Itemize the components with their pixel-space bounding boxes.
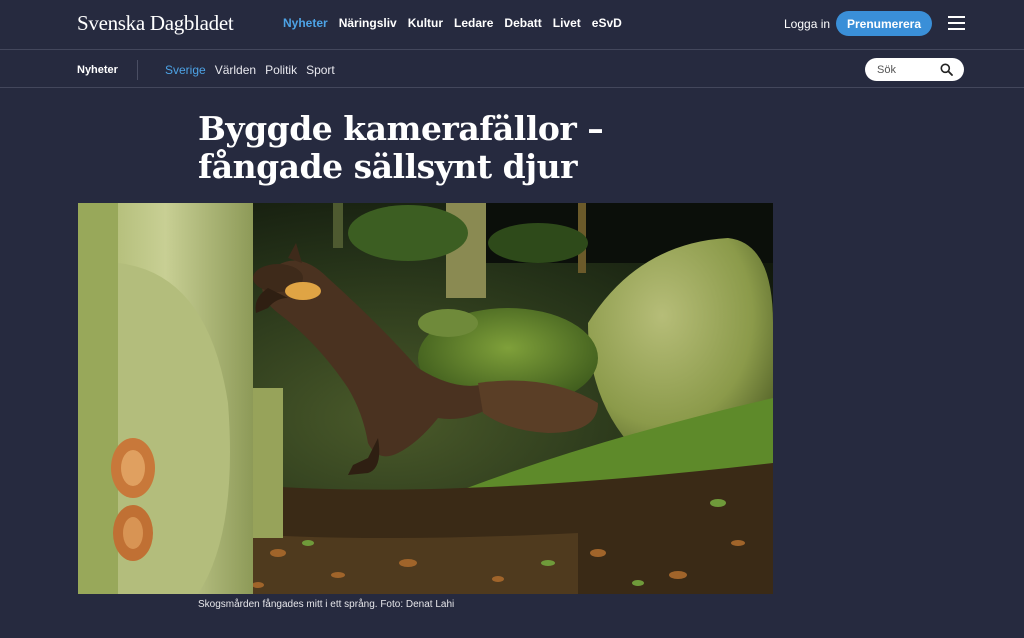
photo-caption: Skogsmården fångades mitt i ett språng. … (198, 599, 455, 610)
hamburger-icon[interactable] (948, 16, 965, 30)
subnav-item-politik[interactable]: Politik (265, 63, 297, 77)
nav-item-ledare[interactable]: Ledare (454, 16, 493, 30)
sub-nav: Sverige Världen Politik Sport (165, 63, 344, 77)
nav-item-debatt[interactable]: Debatt (504, 16, 541, 30)
site-logo[interactable]: Svenska Dagbladet (77, 11, 234, 36)
nav-item-nyheter[interactable]: Nyheter (283, 16, 328, 30)
nav-item-esvd[interactable]: eSvD (592, 16, 622, 30)
search-input[interactable] (877, 62, 937, 77)
subnav-item-varlden[interactable]: Världen (215, 63, 256, 77)
nav-item-kultur[interactable]: Kultur (408, 16, 443, 30)
top-navigation: Svenska Dagbladet Nyheter Näringsliv Kul… (0, 0, 1024, 50)
divider (137, 60, 138, 80)
section-title[interactable]: Nyheter (77, 64, 118, 76)
headline-line-1: Byggde kamerafällor – (198, 109, 604, 148)
nav-item-livet[interactable]: Livet (553, 16, 581, 30)
article-headline: Byggde kamerafällor – fångade sällsynt d… (198, 110, 718, 186)
section-navigation: Nyheter Sverige Världen Politik Sport (0, 51, 1024, 88)
subscribe-button[interactable]: Prenumerera (836, 11, 932, 36)
marten-photo-illustration (78, 203, 773, 594)
search-box[interactable] (865, 58, 964, 81)
article-photo (78, 203, 773, 594)
main-nav: Nyheter Näringsliv Kultur Ledare Debatt … (283, 16, 633, 30)
subnav-item-sport[interactable]: Sport (306, 63, 335, 77)
login-link[interactable]: Logga in (784, 17, 830, 31)
subnav-item-sverige[interactable]: Sverige (165, 63, 206, 77)
headline-line-2: fångade sällsynt djur (198, 147, 578, 186)
search-icon[interactable] (940, 63, 953, 76)
nav-item-naringsliv[interactable]: Näringsliv (339, 16, 397, 30)
